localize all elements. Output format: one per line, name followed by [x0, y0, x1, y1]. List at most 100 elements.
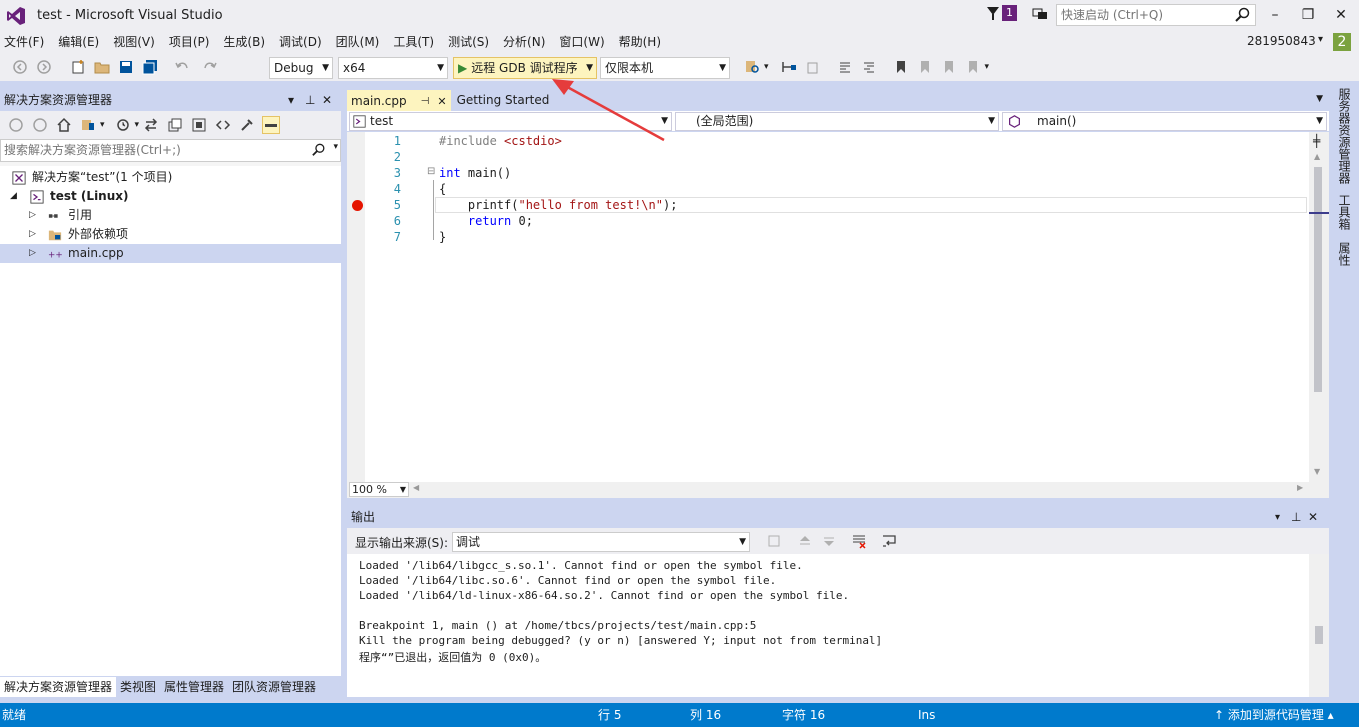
output-source-dropdown[interactable]: 调试 ▼: [452, 532, 750, 552]
step-over-icon[interactable]: [805, 59, 821, 75]
close-icon[interactable]: ✕: [437, 91, 446, 112]
platform-dropdown[interactable]: x64 ▼: [338, 57, 448, 79]
menu-test[interactable]: 测试(S): [444, 31, 499, 53]
chevron-down-icon[interactable]: ▾: [1318, 34, 1323, 45]
menu-window[interactable]: 窗口(W): [555, 31, 614, 53]
chevron-down-icon[interactable]: ▾: [100, 120, 105, 130]
notifications-button[interactable]: 1: [986, 5, 1017, 21]
switch-views-icon[interactable]: [80, 117, 96, 133]
properties-icon[interactable]: [239, 117, 255, 133]
clear-bookmarks-icon[interactable]: [965, 59, 981, 75]
quick-launch[interactable]: [1056, 4, 1256, 26]
chevron-down-icon[interactable]: ▾: [985, 62, 990, 72]
breakpoint-icon[interactable]: [352, 200, 363, 211]
account-name[interactable]: 281950843: [1247, 34, 1316, 48]
tree-item-solution[interactable]: 解决方案“test”(1 个项目): [0, 168, 341, 187]
menu-tools[interactable]: 工具(T): [389, 31, 444, 53]
new-project-icon[interactable]: [70, 59, 86, 75]
tab-main-cpp[interactable]: main.cpp ⊣ ✕: [347, 90, 451, 111]
menu-debug[interactable]: 调试(D): [275, 31, 332, 53]
scroll-down-icon[interactable]: ▼: [1314, 467, 1320, 476]
sync-icon[interactable]: [143, 117, 159, 133]
tab-property-manager[interactable]: 属性管理器: [160, 677, 228, 697]
member-dropdown[interactable]: main() ▼: [1002, 112, 1327, 131]
back-icon[interactable]: [8, 117, 24, 133]
prev-message-icon[interactable]: [797, 533, 813, 549]
close-button[interactable]: ✕: [1326, 4, 1356, 26]
menu-edit[interactable]: 编辑(E): [54, 31, 109, 53]
feedback-icon[interactable]: [1032, 6, 1048, 22]
pin-icon[interactable]: ⊣: [421, 91, 430, 112]
chevron-down-icon[interactable]: ▾: [288, 90, 294, 111]
find-in-files-icon[interactable]: [744, 59, 760, 75]
pin-icon[interactable]: ⊥: [1291, 507, 1301, 528]
pin-icon[interactable]: ⊥: [305, 90, 315, 111]
show-all-files-icon[interactable]: [191, 117, 207, 133]
undo-icon[interactable]: [174, 59, 190, 75]
collapse-icon[interactable]: ⊟: [427, 166, 435, 177]
account-badge[interactable]: 2: [1333, 33, 1351, 51]
menu-analyze[interactable]: 分析(N): [499, 31, 555, 53]
solution-search-input[interactable]: [1, 140, 301, 160]
scope-dropdown[interactable]: (全局范围) ▼: [675, 112, 999, 131]
tree-item-references[interactable]: ▷ 引用: [0, 206, 341, 225]
pending-changes-icon[interactable]: [115, 117, 131, 133]
uncomment-icon[interactable]: [861, 59, 877, 75]
chevron-down-icon[interactable]: ▾: [1275, 507, 1280, 528]
output-text[interactable]: Loaded '/lib64/libgcc_s.so.1'. Cannot fi…: [347, 554, 1329, 697]
scroll-thumb[interactable]: [1315, 626, 1323, 644]
collapsed-arrow-icon[interactable]: ▷: [29, 206, 36, 225]
tab-team-explorer[interactable]: 团队资源管理器: [228, 677, 320, 697]
menu-file[interactable]: 文件(F): [0, 31, 54, 53]
comment-icon[interactable]: [837, 59, 853, 75]
menu-view[interactable]: 视图(V): [109, 31, 165, 53]
view-code-icon[interactable]: [215, 117, 231, 133]
step-icon[interactable]: [781, 59, 797, 75]
split-icon[interactable]: ╪: [1313, 134, 1320, 148]
close-icon[interactable]: ✕: [1308, 507, 1318, 528]
collapsed-arrow-icon[interactable]: ▷: [29, 244, 36, 263]
collapsed-arrow-icon[interactable]: ▷: [29, 225, 36, 244]
next-message-icon[interactable]: [821, 533, 837, 549]
menu-team[interactable]: 团队(M): [332, 31, 390, 53]
close-icon[interactable]: ✕: [322, 90, 332, 111]
menu-help[interactable]: 帮助(H): [615, 31, 671, 53]
chevron-down-icon[interactable]: ▾: [764, 62, 769, 72]
tab-getting-started[interactable]: Getting Started: [453, 90, 554, 111]
find-message-icon[interactable]: [767, 533, 783, 549]
menu-project[interactable]: 项目(P): [165, 31, 220, 53]
chevron-down-icon[interactable]: ▼: [1316, 94, 1323, 104]
tree-item-external-deps[interactable]: ▷ 外部依赖项: [0, 225, 341, 244]
redo-icon[interactable]: [202, 59, 218, 75]
scroll-thumb[interactable]: [1314, 167, 1322, 392]
indicator-margin[interactable]: [347, 132, 365, 482]
forward-icon[interactable]: [32, 117, 48, 133]
tab-class-view[interactable]: 类视图: [116, 677, 160, 697]
chevron-down-icon[interactable]: ▾: [333, 142, 338, 152]
solution-config-dropdown[interactable]: Debug ▼: [269, 57, 333, 79]
open-folder-icon[interactable]: [94, 59, 110, 75]
add-to-source-control[interactable]: ↑ 添加到源代码管理 ▴: [1214, 703, 1334, 727]
code-editor[interactable]: 1 2 3 4 5 6 7 ⊟ #include <cstdio> int ma…: [347, 132, 1329, 482]
tab-solution-explorer[interactable]: 解决方案资源管理器: [0, 677, 117, 697]
editor-vertical-scrollbar[interactable]: ╪ ▲ ▼: [1309, 132, 1329, 482]
maximize-button[interactable]: ❐: [1293, 4, 1323, 26]
prev-bookmark-icon[interactable]: [917, 59, 933, 75]
quick-launch-input[interactable]: [1057, 5, 1227, 25]
next-bookmark-icon[interactable]: [941, 59, 957, 75]
tree-item-main-cpp[interactable]: ▷ ++ main.cpp: [0, 244, 341, 263]
tree-item-project[interactable]: ◢ test (Linux): [0, 187, 341, 206]
tab-toolbox[interactable]: 工具箱: [1336, 194, 1353, 230]
expanded-arrow-icon[interactable]: ◢: [10, 187, 17, 206]
preview-icon[interactable]: [262, 116, 281, 134]
scroll-right-icon[interactable]: ▶: [1297, 483, 1303, 492]
output-scrollbar[interactable]: [1309, 554, 1329, 697]
back-icon[interactable]: [12, 59, 28, 75]
clear-all-icon[interactable]: [851, 533, 867, 549]
chevron-down-icon[interactable]: ▾: [135, 120, 140, 130]
forward-icon[interactable]: [36, 59, 52, 75]
menu-build[interactable]: 生成(B): [219, 31, 275, 53]
bookmark-icon[interactable]: [893, 59, 909, 75]
save-icon[interactable]: [118, 59, 134, 75]
tab-properties[interactable]: 属性: [1336, 242, 1353, 266]
